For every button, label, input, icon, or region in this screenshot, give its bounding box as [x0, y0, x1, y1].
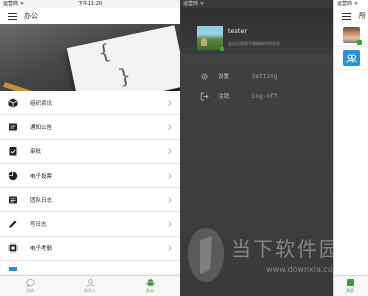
- tab-messages[interactable]: 消息: [0, 276, 60, 296]
- menu-item-approval[interactable]: 审批: [0, 140, 180, 164]
- chevron-right-icon: [166, 148, 172, 155]
- drawer-item-settings[interactable]: 设置 Setting: [180, 66, 333, 86]
- menu-item-team-log[interactable]: 团队日志: [0, 188, 180, 213]
- android-icon: [146, 279, 154, 286]
- menu-item-label: 组织资讯: [30, 100, 53, 107]
- status-bar: 运营商 ᯤ: [334, 0, 368, 8]
- tab-contacts[interactable]: 联系人: [60, 276, 120, 296]
- avatar[interactable]: [197, 26, 223, 50]
- menu-item-attendance[interactable]: 电子考勤: [0, 237, 180, 262]
- status-bar: 运营商 ᯤ: [180, 0, 333, 8]
- drawer-item-label: 注销: [218, 94, 230, 100]
- list-item[interactable]: [334, 47, 368, 70]
- tab-office[interactable]: 办公: [120, 276, 180, 296]
- group-icon: [343, 50, 360, 66]
- notice-icon: [8, 122, 18, 132]
- menu-item-partial[interactable]: [0, 261, 180, 273]
- drawer-item-sublabel: Log-off: [252, 92, 278, 100]
- pen-icon: [8, 219, 18, 229]
- menu-item-notice[interactable]: 通知公告: [0, 115, 180, 140]
- office-screen: 运营商 ᯤ 下午11:20 办公 { } 组织资讯 通知公告 审批 电子投票 团…: [0, 0, 180, 296]
- log-icon: [8, 195, 18, 205]
- chevron-right-icon: [166, 124, 172, 130]
- banner-image: { }: [0, 24, 180, 91]
- chat-icon: [347, 279, 354, 286]
- office-menu-list: 组织资讯 通知公告 审批 电子投票 团队日志 写日志 电子考勤: [0, 91, 180, 274]
- menu-item-label: 通知公告: [30, 124, 53, 131]
- drawer-item-sublabel: Setting: [252, 72, 278, 80]
- list-item[interactable]: [334, 24, 368, 47]
- gear-icon: [200, 72, 209, 81]
- tab-label: 联系人: [84, 287, 96, 293]
- top-navbar: 办公: [0, 8, 180, 24]
- menu-item-label: 团队日志: [30, 197, 53, 204]
- bottom-tab-bar: 消息 联系人 办公: [0, 275, 180, 296]
- hamburger-menu-icon[interactable]: [342, 12, 351, 20]
- menu-item-label: 电子考勤: [30, 246, 53, 253]
- chevron-right-icon: [166, 196, 172, 203]
- menu-item-write-log[interactable]: 写日志: [0, 212, 180, 237]
- chevron-right-icon: [166, 221, 172, 227]
- pie-icon: [8, 171, 18, 181]
- hamburger-menu-icon[interactable]: [8, 12, 17, 20]
- partial-icon: [8, 262, 18, 272]
- chat-icon: [25, 278, 35, 287]
- carrier-label: 运营商 ᯤ: [183, 1, 205, 7]
- bottom-tab-bar: 消息: [334, 275, 368, 296]
- menu-item-label: 写日志: [30, 222, 47, 229]
- logout-icon: [200, 92, 209, 101]
- status-bar: 运营商 ᯤ 下午11:20: [0, 0, 180, 8]
- tab-label: 办公: [146, 288, 154, 293]
- contacts-icon: [86, 278, 94, 287]
- online-status-dot: [220, 47, 224, 51]
- page-title: 办公: [24, 12, 38, 20]
- user-signature: 会议日程表不断刷新中的会议: [228, 41, 280, 46]
- page-title: 所: [359, 12, 366, 20]
- drawer-item-label: 设置: [218, 74, 230, 80]
- status-time: 下午11:20: [77, 1, 103, 7]
- menu-item-label: 电子投票: [30, 173, 53, 180]
- menu-item-vote[interactable]: 电子投票: [0, 164, 180, 189]
- messages-screen: 运营商 ᯤ 所 消息: [333, 0, 368, 296]
- carrier-label: 运营商 ᯤ: [337, 1, 359, 7]
- chevron-right-icon: [166, 99, 172, 106]
- username: tester: [228, 27, 248, 35]
- top-navbar: 所: [334, 8, 368, 24]
- avatar: [343, 27, 362, 45]
- cube-icon: [8, 98, 18, 108]
- approval-icon: [8, 146, 18, 156]
- profile-header[interactable]: tester 会议日程表不断刷新中的会议: [180, 8, 333, 62]
- tab-label: 消息: [26, 287, 34, 293]
- chevron-right-icon: [166, 172, 172, 179]
- tab-label[interactable]: 消息: [346, 288, 354, 294]
- menu-item-label: 审批: [30, 149, 42, 156]
- chip-icon: [8, 243, 18, 253]
- chevron-right-icon: [166, 245, 172, 252]
- menu-item-org-news[interactable]: 组织资讯: [0, 91, 180, 116]
- drawer-item-logout[interactable]: 注销 Log-off: [180, 86, 333, 106]
- side-drawer: 运营商 ᯤ tester 会议日程表不断刷新中的会议 设置 Setting 注销…: [180, 0, 333, 296]
